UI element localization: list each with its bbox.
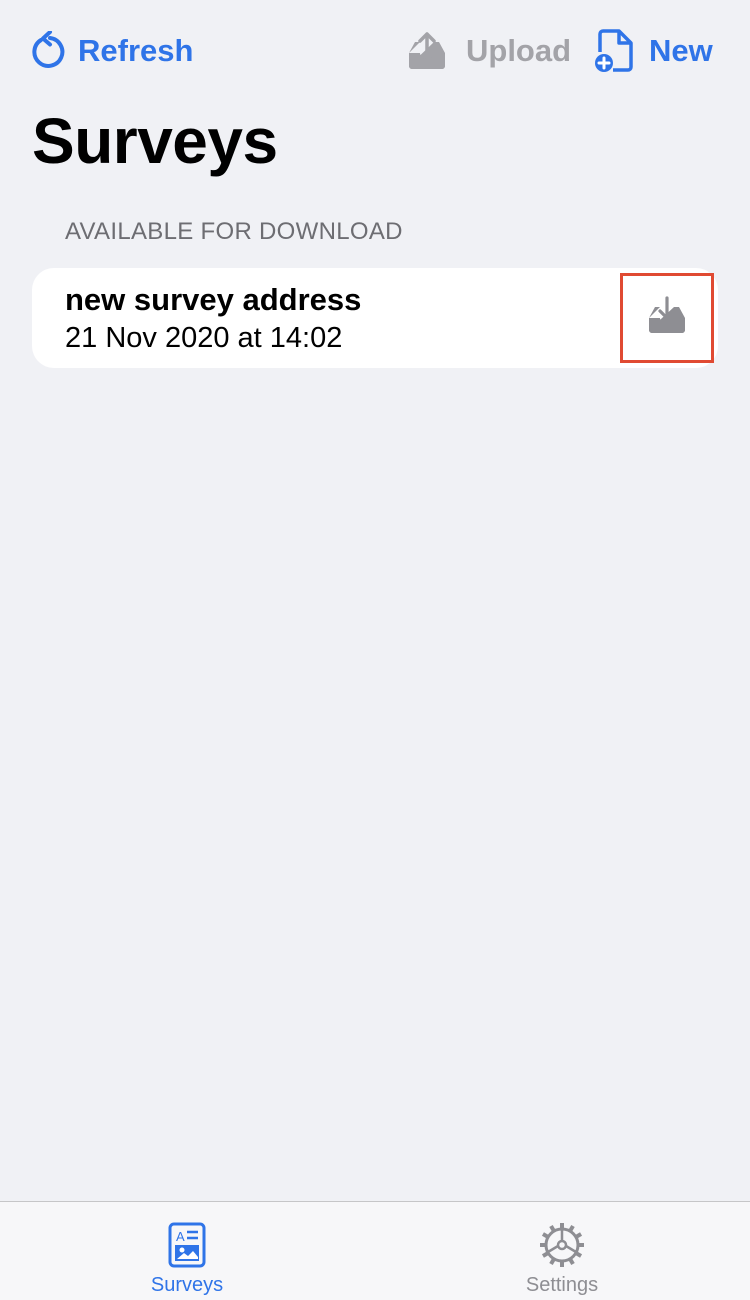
svg-text:A: A [176,1229,185,1244]
tab-settings-label: Settings [525,1274,599,1296]
tab-bar: A Surveys Settings [0,1201,750,1300]
tab-surveys[interactable]: A Surveys [87,1202,287,1300]
upload-tray-icon [406,30,448,72]
upload-button[interactable]: Upload [406,22,571,80]
refresh-icon [30,31,66,71]
surveys-screen: Refresh Upload New Surveys AVAILABLE FOR… [0,0,750,1300]
tab-settings[interactable]: Settings [462,1202,662,1300]
tray-download-icon [646,295,688,341]
upload-label: Upload [466,33,572,68]
survey-title: new survey address [65,282,362,317]
page-title: Surveys [32,105,278,177]
new-label: New [649,33,713,68]
section-header: AVAILABLE FOR DOWNLOAD [65,218,403,245]
survey-date: 21 Nov 2020 at 14:02 [65,322,343,354]
download-button[interactable] [620,273,714,363]
refresh-button[interactable]: Refresh [30,22,193,80]
refresh-label: Refresh [78,33,194,68]
new-document-icon [593,28,635,74]
navigation-bar: Refresh Upload New [0,22,750,80]
survey-list-item[interactable]: new survey address 21 Nov 2020 at 14:02 [32,268,718,368]
tab-surveys-label: Surveys [150,1274,224,1296]
gear-icon [538,1222,586,1268]
surveys-doc-icon: A [168,1222,206,1268]
new-survey-button[interactable]: New [593,22,713,80]
